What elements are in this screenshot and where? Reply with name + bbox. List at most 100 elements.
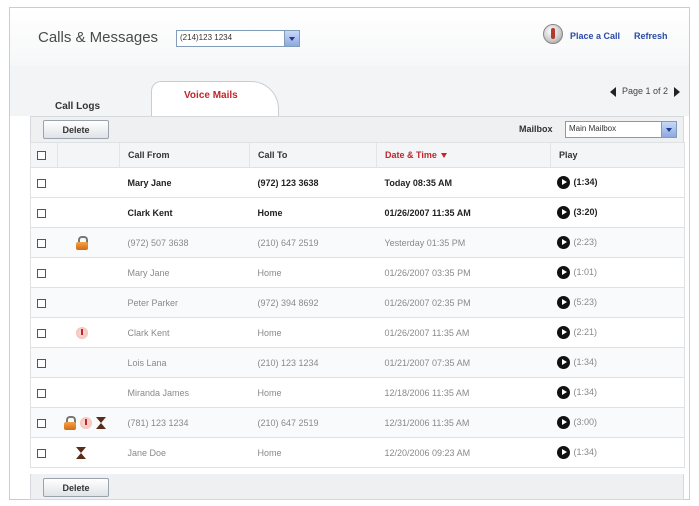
delete-button-bottom[interactable]: Delete xyxy=(43,478,109,497)
call-to-cell: Home xyxy=(249,317,377,348)
call-from-cell: Miranda James xyxy=(119,377,250,408)
call-to-cell: (210) 123 1234 xyxy=(249,347,377,378)
row-icons-cell xyxy=(57,407,120,438)
row-select-cell xyxy=(30,437,58,468)
call-to-value: Home xyxy=(257,447,282,458)
duration-value: (1:34) xyxy=(573,356,598,367)
date-time-cell: 01/26/2007 02:35 PM xyxy=(376,287,551,318)
phone-number-select[interactable]: (214)123 1234 xyxy=(176,30,300,47)
table-row[interactable]: Peter Parker (972) 394 8692 01/26/2007 02:… xyxy=(30,287,685,318)
table-row[interactable]: Miranda James Home 12/18/2006 11:35 AM (1:3… xyxy=(30,377,685,408)
table-row[interactable]: Lois Lana (210) 123 1234 01/21/2007 07:35 … xyxy=(30,347,685,378)
table-row[interactable]: Mary Jane (972) 123 3638 Today 08:35 AM (1:… xyxy=(30,167,685,198)
play-icon[interactable] xyxy=(556,386,570,399)
row-select-cell xyxy=(30,377,58,408)
row-checkbox[interactable] xyxy=(37,448,46,458)
play-icon[interactable] xyxy=(556,296,570,309)
date-time-value: Yesterday 01:35 PM xyxy=(384,237,466,248)
bottom-toolbar: Delete xyxy=(30,474,684,500)
play-icon[interactable] xyxy=(556,326,570,339)
date-time-header[interactable]: Date & Time xyxy=(376,142,551,168)
row-select-cell xyxy=(30,257,58,288)
date-time-value: Today 08:35 AM xyxy=(384,177,453,188)
hourglass-icon xyxy=(75,446,86,459)
next-page-icon[interactable] xyxy=(674,86,680,97)
date-time-cell: 12/18/2006 11:35 AM xyxy=(376,377,551,408)
refresh-link[interactable]: Refresh xyxy=(634,31,668,41)
date-time-cell: 12/20/2006 09:23 AM xyxy=(376,437,551,468)
row-checkbox[interactable] xyxy=(37,178,46,188)
row-select-cell xyxy=(30,317,58,348)
date-time-cell: 01/21/2007 07:35 AM xyxy=(376,347,551,378)
row-checkbox[interactable] xyxy=(37,418,46,428)
urgent-icon xyxy=(79,416,92,429)
duration-value: (1:01) xyxy=(573,266,598,277)
table-row[interactable]: Clark Kent Home 01/26/2007 11:35 AM (3:20) xyxy=(30,197,685,228)
row-checkbox[interactable] xyxy=(37,208,46,218)
call-from-cell: Clark Kent xyxy=(119,317,250,348)
voicemail-table: Call From Call To Date & Time Play Mary … xyxy=(30,142,685,468)
urgent-icon xyxy=(75,326,88,339)
place-call-link[interactable]: Place a Call xyxy=(570,31,620,41)
table-row[interactable]: (781) 123 1234 (210) 647 2519 12/31/2006 1… xyxy=(30,407,685,438)
row-checkbox[interactable] xyxy=(37,298,46,308)
call-to-value: (972) 123 3638 xyxy=(257,177,319,188)
row-icons-cell xyxy=(57,197,120,228)
duration-value: (2:23) xyxy=(573,236,598,247)
row-checkbox[interactable] xyxy=(37,238,46,248)
call-to-header[interactable]: Call To xyxy=(249,142,377,168)
tab-call-logs[interactable]: Call Logs xyxy=(55,101,100,112)
duration-value: (5:23) xyxy=(573,296,598,307)
tab-voice-mails[interactable]: Voice Mails xyxy=(151,81,279,117)
table-row[interactable]: Mary Jane Home 01/26/2007 03:35 PM (1:01) xyxy=(30,257,685,288)
tab-voice-mails-label: Voice Mails xyxy=(184,90,238,101)
call-from-value: Clark Kent xyxy=(127,207,173,218)
call-from-value: Mary Jane xyxy=(127,267,170,278)
row-checkbox[interactable] xyxy=(37,388,46,398)
call-from-cell: Mary Jane xyxy=(119,257,250,288)
call-to-value: (210) 647 2519 xyxy=(257,237,319,248)
row-checkbox[interactable] xyxy=(37,328,46,338)
date-time-cell: 12/31/2006 11:35 AM xyxy=(376,407,551,438)
call-from-value: (781) 123 1234 xyxy=(127,417,189,428)
call-from-cell: (972) 507 3638 xyxy=(119,227,250,258)
header-bar: Calls & Messages (214)123 1234 Place a C… xyxy=(10,8,689,67)
play-icon[interactable] xyxy=(556,236,570,249)
chevron-down-icon[interactable] xyxy=(284,31,299,46)
date-time-value: 01/26/2007 02:35 PM xyxy=(384,297,471,308)
call-from-value: Miranda James xyxy=(127,387,190,398)
row-select-cell xyxy=(30,227,58,258)
play-icon[interactable] xyxy=(556,176,570,189)
duration-value: (3:20) xyxy=(573,206,598,217)
call-to-cell: (210) 647 2519 xyxy=(249,227,377,258)
date-time-value: 01/21/2007 07:35 AM xyxy=(384,357,471,368)
play-icon[interactable] xyxy=(556,206,570,219)
call-from-header[interactable]: Call From xyxy=(119,142,250,168)
play-icon[interactable] xyxy=(556,446,570,459)
select-all-cell xyxy=(30,142,58,168)
phone-icon[interactable] xyxy=(543,24,563,44)
mailbox-select[interactable]: Main Mailbox xyxy=(565,121,677,138)
play-cell: (2:21) xyxy=(550,317,685,348)
call-to-value: Home xyxy=(257,327,282,338)
play-icon[interactable] xyxy=(556,416,570,429)
call-from-cell: (781) 123 1234 xyxy=(119,407,250,438)
row-icons-cell xyxy=(57,227,120,258)
table-row[interactable]: (972) 507 3638 (210) 647 2519 Yesterday 01… xyxy=(30,227,685,258)
play-icon[interactable] xyxy=(556,266,570,279)
delete-button-top[interactable]: Delete xyxy=(43,120,109,139)
table-row[interactable]: Clark Kent Home 01/26/2007 11:35 AM (2:21) xyxy=(30,317,685,348)
row-icons-cell xyxy=(57,257,120,288)
row-checkbox[interactable] xyxy=(37,268,46,278)
previous-page-icon[interactable] xyxy=(609,86,616,97)
play-header: Play xyxy=(550,142,685,168)
call-to-cell: Home xyxy=(249,197,377,228)
play-icon[interactable] xyxy=(556,356,570,369)
row-icons-cell xyxy=(57,437,120,468)
chevron-down-icon[interactable] xyxy=(661,122,676,137)
date-time-cell: 01/26/2007 11:35 AM xyxy=(376,197,551,228)
table-row[interactable]: Jane Doe Home 12/20/2006 09:23 AM (1:34) xyxy=(30,437,685,468)
row-checkbox[interactable] xyxy=(37,358,46,368)
call-to-value: (210) 647 2519 xyxy=(257,417,319,428)
select-all-checkbox[interactable] xyxy=(37,151,46,161)
